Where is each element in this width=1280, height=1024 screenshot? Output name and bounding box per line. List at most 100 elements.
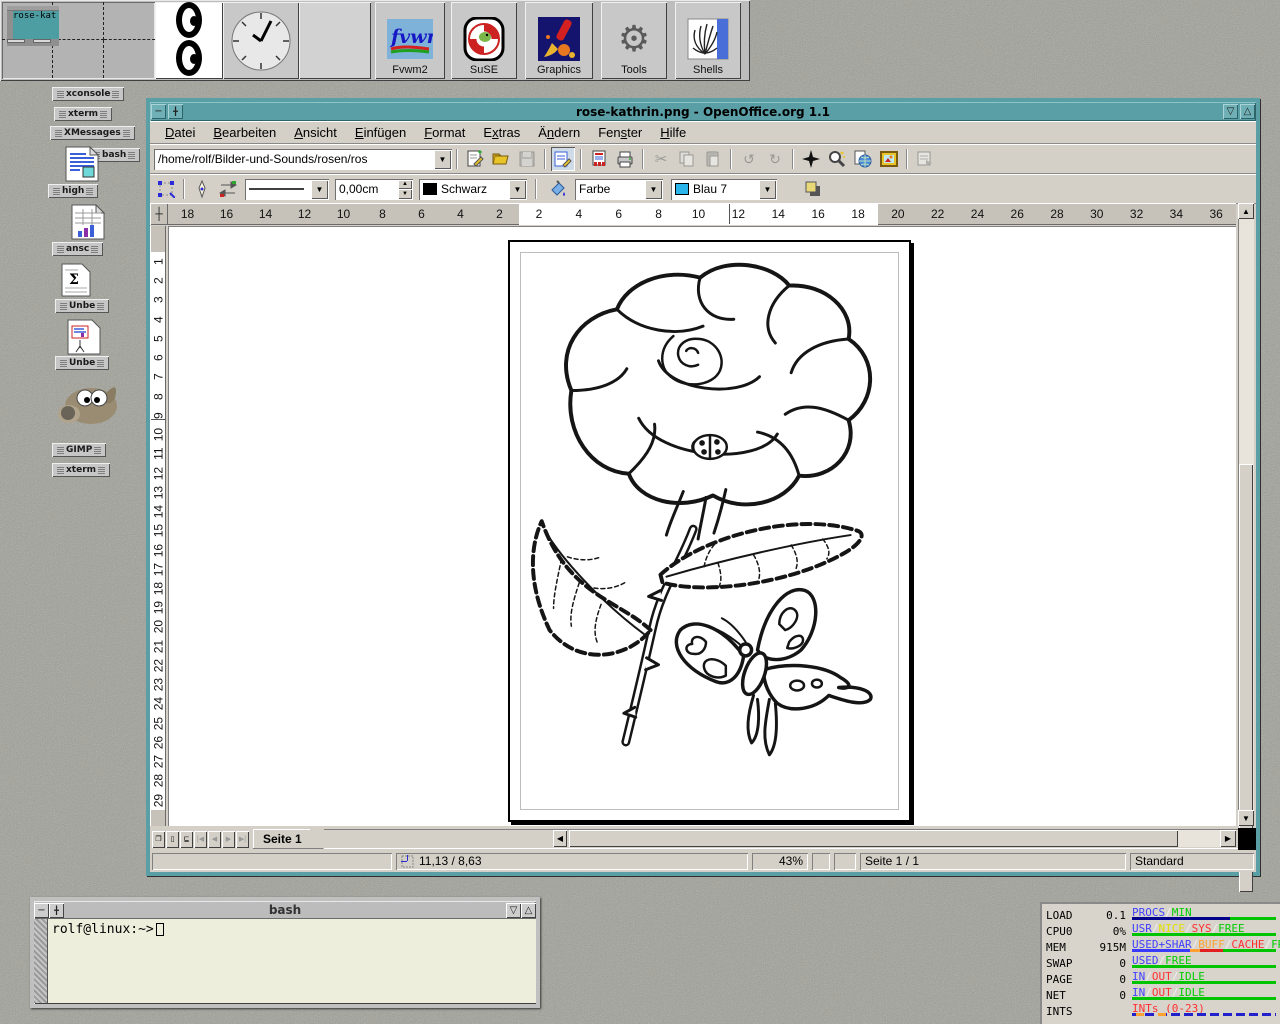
shells-button[interactable]: Shells	[675, 2, 741, 79]
pager-cell[interactable]	[53, 2, 104, 40]
line-style-dropdown-arrow[interactable]: ▼	[311, 180, 328, 199]
fill-style-icon[interactable]	[546, 177, 570, 201]
pager-mini-window[interactable]: rose-kat	[7, 6, 59, 46]
vertical-scrollbar[interactable]: ▲ ▼	[1238, 203, 1254, 826]
menu-item[interactable]: Format	[415, 123, 474, 142]
next-page-button[interactable]: ▶	[222, 831, 235, 848]
save-icon[interactable]	[515, 147, 539, 171]
zoom-icon[interactable]	[825, 147, 849, 171]
arrow-ends-icon[interactable]	[216, 177, 240, 201]
shade-button[interactable]: ▽	[1223, 104, 1238, 119]
iconified-impress-doc[interactable]: Unbe	[55, 356, 109, 370]
maximize-button[interactable]: △	[1240, 104, 1255, 119]
edit-file-icon[interactable]	[551, 147, 575, 171]
gimp-wilber-icon[interactable]	[55, 376, 121, 437]
pager-cell[interactable]	[53, 40, 104, 78]
iconified-calc-doc[interactable]: ansc	[52, 242, 103, 256]
impress-document-icon[interactable]	[66, 318, 102, 361]
last-page-button[interactable]: ▶|	[236, 831, 249, 848]
status-style-field[interactable]: Standard	[1130, 853, 1254, 870]
new-document-icon[interactable]	[463, 147, 487, 171]
drawing-canvas[interactable]	[168, 226, 1236, 826]
horizontal-ruler[interactable]: 18161412108642 24681012141618 2022242628…	[168, 203, 1236, 225]
ruler-origin[interactable]: ┼	[150, 203, 168, 225]
page-tab[interactable]: Seite 1	[253, 829, 324, 849]
line-color-combobox[interactable]: Schwarz ▼	[419, 179, 527, 200]
first-page-button[interactable]: |◀	[194, 831, 207, 848]
math-document-icon[interactable]: Σ	[60, 262, 92, 303]
oo-titlebar[interactable]: − ╋ rose-kathrin.png - OpenOffice.org 1.…	[150, 102, 1256, 121]
spin-down-icon[interactable]: ▼	[398, 189, 412, 199]
fvwm2-button[interactable]: fvwm Fvwm2	[375, 2, 445, 79]
datasource-icon[interactable]	[913, 147, 937, 171]
shade-button[interactable]: ▽	[506, 903, 521, 918]
url-dropdown-arrow[interactable]: ▼	[434, 150, 451, 169]
menu-item[interactable]: Bearbeiten	[204, 123, 285, 142]
scroll-left-icon[interactable]: ◀	[553, 830, 567, 847]
master-mode-button[interactable]: ▯	[166, 831, 179, 848]
line-color-dropdown-arrow[interactable]: ▼	[509, 180, 526, 199]
gallery-icon[interactable]	[877, 147, 901, 171]
prev-page-button[interactable]: ◀	[208, 831, 221, 848]
maximize-button[interactable]: △	[521, 903, 536, 918]
iconify-button[interactable]: −	[34, 903, 49, 918]
layer-mode-button[interactable]: ⊑	[180, 831, 193, 848]
iconified-gimp[interactable]: GIMP	[52, 443, 106, 457]
xeyes-button[interactable]	[155, 2, 223, 79]
scroll-up-icon[interactable]: ▲	[1238, 203, 1254, 219]
tools-button[interactable]: ⚙ Tools	[601, 2, 667, 79]
calc-document-icon[interactable]	[70, 203, 106, 246]
fill-type-dropdown-arrow[interactable]: ▼	[645, 180, 662, 199]
vertical-ruler[interactable]: 1234567891011121314151617181920212223242…	[150, 226, 166, 826]
hyperlink-globe-icon[interactable]	[851, 147, 875, 171]
iconified-writer-doc[interactable]: high	[48, 184, 98, 198]
status-select-field[interactable]	[834, 853, 856, 870]
empty-taskbar-button[interactable]	[299, 2, 371, 79]
pen-style-icon[interactable]	[190, 177, 214, 201]
status-position-field[interactable]: 11,13 / 8,63	[396, 853, 748, 870]
horizontal-scrollbar[interactable]	[569, 830, 1236, 847]
horizontal-scrollbar-thumb[interactable]	[569, 830, 1178, 847]
iconified-xconsole[interactable]: xconsole	[52, 87, 124, 101]
status-zoom-field[interactable]: 43%	[752, 853, 808, 870]
suse-button[interactable]: SuSE	[451, 2, 517, 79]
status-insert-field[interactable]	[812, 853, 830, 870]
print-icon[interactable]	[613, 147, 637, 171]
edit-points-icon[interactable]	[154, 177, 178, 201]
pager-cell[interactable]	[104, 40, 155, 78]
redo-icon[interactable]: ↻	[763, 147, 787, 171]
iconified-xterm-2[interactable]: xterm	[52, 463, 110, 477]
iconify-button[interactable]: −	[151, 104, 166, 119]
pager-cell[interactable]	[104, 2, 155, 40]
stick-button[interactable]: ╋	[49, 903, 64, 918]
menu-item[interactable]: Ändern	[529, 123, 589, 142]
menu-item[interactable]: Hilfe	[651, 123, 695, 142]
open-folder-icon[interactable]	[489, 147, 513, 171]
iconified-xterm[interactable]: xterm	[54, 107, 112, 121]
iconified-math-doc[interactable]: Unbe	[55, 299, 109, 313]
scroll-right-icon[interactable]: ▶	[1220, 830, 1236, 847]
fill-type-combobox[interactable]: Farbe ▼	[575, 179, 663, 200]
menu-item[interactable]: Ansicht	[285, 123, 346, 142]
terminal-output[interactable]: rolf@linux:~>	[48, 919, 536, 1003]
page-mode-button[interactable]: ❐	[152, 831, 165, 848]
undo-icon[interactable]: ↺	[737, 147, 761, 171]
menu-item[interactable]: Einfügen	[346, 123, 415, 142]
export-pdf-icon[interactable]	[587, 147, 611, 171]
copy-icon[interactable]	[675, 147, 699, 171]
xterm-scrollbar[interactable]	[34, 919, 48, 1003]
line-style-combobox[interactable]: ▼	[245, 179, 329, 200]
menu-item[interactable]: Datei	[156, 123, 204, 142]
bash-titlebar[interactable]: − ╋ bash ▽ △	[34, 901, 536, 919]
resize-corner[interactable]	[1238, 828, 1256, 850]
iconified-xmessages[interactable]: XMessages	[50, 126, 135, 140]
shadow-icon[interactable]	[801, 177, 825, 201]
drawing-page[interactable]	[508, 240, 911, 822]
menu-item[interactable]: Extras	[474, 123, 529, 142]
url-combobox[interactable]: /home/rolf/Bilder-und-Sounds/rosen/ros ▼	[154, 149, 452, 170]
fill-color-dropdown-arrow[interactable]: ▼	[759, 180, 776, 199]
fvwm-pager[interactable]: rose-kat	[2, 2, 155, 79]
scroll-down-icon[interactable]: ▼	[1238, 810, 1254, 826]
menu-item[interactable]: Fenster	[589, 123, 651, 142]
graphics-button[interactable]: Graphics	[525, 2, 593, 79]
